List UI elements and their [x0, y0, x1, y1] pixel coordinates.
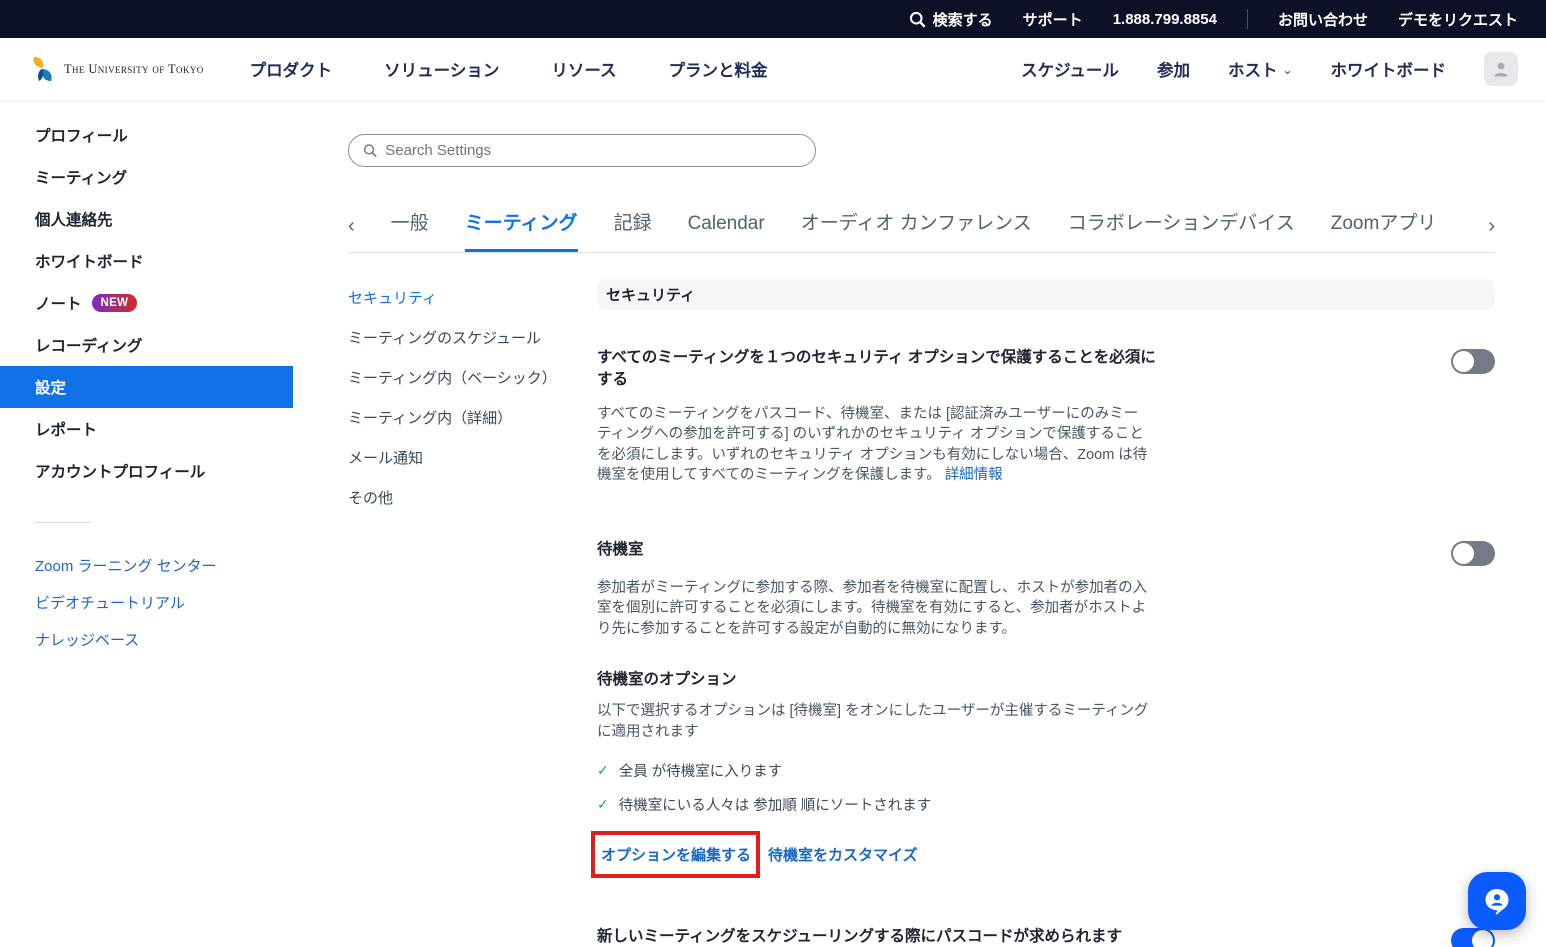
- waiting-room-options-description: 以下で選択するオプションは [待機室] をオンにしたユーザーが主催するミーティン…: [597, 701, 1155, 742]
- tab-meeting[interactable]: ミーティング: [465, 208, 578, 252]
- tab-collaboration-devices[interactable]: コラボレーションデバイス: [1068, 208, 1295, 252]
- tabs-scroll-left-icon[interactable]: ‹: [348, 215, 355, 252]
- topbar-support-link[interactable]: サポート: [1023, 9, 1083, 30]
- nav-item-schedule[interactable]: スケジュール: [1021, 57, 1119, 81]
- sidebar-item-contacts[interactable]: 個人連絡先: [0, 198, 293, 240]
- sidebar-item-profile[interactable]: プロフィール: [0, 114, 293, 156]
- sidebar-link-learning-center[interactable]: Zoom ラーニング センター: [0, 547, 293, 584]
- topbar-phone[interactable]: 1.888.799.8854: [1113, 11, 1217, 28]
- subnav-security[interactable]: セキュリティ: [348, 287, 597, 308]
- sidebar-item-whiteboard[interactable]: ホワイトボード: [0, 240, 293, 282]
- topbar-divider: [1247, 9, 1248, 29]
- university-logo[interactable]: The University of Tokyo: [30, 55, 204, 83]
- option-sort-order: ✓ 待機室にいる人々は 参加順 順にソートされます: [597, 794, 1495, 815]
- user-avatar[interactable]: [1484, 52, 1518, 86]
- check-icon: ✓: [597, 796, 609, 813]
- settings-tabs: ‹ 一般 ミーティング 記録 Calendar オーディオ カンファレンス コラ…: [348, 208, 1495, 253]
- setting-description-text: すべてのミーティングをパスコード、待機室、または [認証済みユーザーにのみミーテ…: [597, 406, 1147, 484]
- sidebar-item-account-profile[interactable]: アカウントプロフィール: [0, 450, 293, 492]
- search-icon: [909, 11, 926, 28]
- search-icon: [363, 143, 377, 158]
- support-chat-button[interactable]: [1468, 872, 1526, 930]
- nav-item-join[interactable]: 参加: [1157, 57, 1190, 81]
- tab-zoom-apps[interactable]: Zoomアプリ: [1331, 208, 1437, 252]
- highlight-red-box: オプションを編集する: [591, 831, 760, 878]
- learn-more-link[interactable]: 詳細情報: [945, 467, 1003, 483]
- sidebar-link-knowledge-base[interactable]: ナレッジベース: [0, 621, 293, 658]
- tabs-scroll-right-icon[interactable]: ›: [1488, 215, 1495, 252]
- nav-item-host[interactable]: ホスト ⌄: [1228, 57, 1293, 81]
- sidebar: プロフィール ミーティング 個人連絡先 ホワイトボード ノート NEW レコーデ…: [0, 100, 293, 947]
- subnav-schedule-meeting[interactable]: ミーティングのスケジュール: [348, 327, 597, 348]
- sidebar-item-notes-label: ノート: [35, 292, 82, 314]
- waiting-room-options-title: 待機室のオプション: [597, 667, 1495, 689]
- setting-require-security-option: すべてのミーティングを１つのセキュリティ オプションで保護することを必須にする …: [597, 347, 1495, 486]
- chevron-down-icon: ⌄: [1282, 63, 1292, 77]
- option-text: 全員 が待機室に入ります: [619, 760, 783, 781]
- setting-description: 参加者がミーティングに参加する際、参加者を待機室に配置し、ホストが参加者の入室を…: [597, 578, 1157, 640]
- topbar-contact-link[interactable]: お問い合わせ: [1278, 9, 1368, 30]
- top-utility-bar: 検索する サポート 1.888.799.8854 お問い合わせ デモをリクエスト: [0, 0, 1546, 38]
- nav-item-whiteboard[interactable]: ホワイトボード: [1331, 57, 1447, 81]
- nav-actions: スケジュール 参加 ホスト ⌄ ホワイトボード: [1021, 52, 1518, 86]
- sidebar-divider: [35, 522, 91, 523]
- subnav-in-meeting-basic[interactable]: ミーティング内（ベーシック）: [348, 367, 597, 388]
- section-header-security: セキュリティ: [597, 279, 1495, 310]
- setting-description: すべてのミーティングをパスコード、待機室、または [認証済みユーザーにのみミーテ…: [597, 404, 1149, 486]
- toggle-waiting-room[interactable]: [1451, 541, 1495, 566]
- topbar-demo-link[interactable]: デモをリクエスト: [1398, 9, 1518, 30]
- logo-text: The University of Tokyo: [64, 62, 204, 77]
- main-navbar: The University of Tokyo プロダクト ソリューション リソ…: [0, 38, 1546, 100]
- sidebar-item-reports[interactable]: レポート: [0, 408, 293, 450]
- nav-item-products[interactable]: プロダクト: [250, 57, 333, 81]
- subnav-email-notification[interactable]: メール通知: [348, 447, 597, 468]
- ginkgo-leaf-icon: [30, 55, 56, 83]
- sidebar-link-video-tutorials[interactable]: ビデオチュートリアル: [0, 584, 293, 621]
- search-input[interactable]: [385, 142, 801, 159]
- option-everyone-enters: ✓ 全員 が待機室に入ります: [597, 760, 1495, 781]
- nav-item-solutions[interactable]: ソリューション: [384, 57, 499, 81]
- tab-recording[interactable]: 記録: [614, 208, 652, 252]
- tab-audio-conferencing[interactable]: オーディオ カンファレンス: [801, 208, 1032, 252]
- sidebar-item-recordings[interactable]: レコーディング: [0, 324, 293, 366]
- setting-waiting-room: 待機室 参加者がミーティングに参加する際、参加者を待機室に配置し、ホストが参加者…: [597, 539, 1495, 879]
- topbar-search[interactable]: 検索する: [909, 9, 993, 30]
- new-badge: NEW: [92, 294, 138, 312]
- settings-panel: セキュリティ すべてのミーティングを１つのセキュリティ オプションで保護すること…: [597, 279, 1495, 947]
- nav-item-resources[interactable]: リソース: [551, 57, 616, 81]
- setting-title: 新しいミーティングをスケジューリングする際にパスコードが求められます: [597, 926, 1122, 947]
- sidebar-item-settings[interactable]: 設定: [0, 366, 293, 408]
- nav-item-host-label: ホスト: [1228, 57, 1278, 81]
- setting-title: 待機室: [597, 539, 644, 561]
- chat-person-icon: [1481, 885, 1513, 917]
- check-icon: ✓: [597, 762, 609, 779]
- toggle-require-security-option[interactable]: [1451, 349, 1495, 374]
- setting-title: すべてのミーティングを１つのセキュリティ オプションで保護することを必須にする: [597, 347, 1157, 392]
- nav-item-plans[interactable]: プランと料金: [669, 57, 768, 81]
- customize-waiting-room-link[interactable]: 待機室をカスタマイズ: [768, 844, 918, 865]
- nav-menu: プロダクト ソリューション リソース プランと料金: [250, 57, 768, 81]
- sidebar-item-meetings[interactable]: ミーティング: [0, 156, 293, 198]
- person-icon: [1491, 59, 1511, 79]
- sidebar-item-notes[interactable]: ノート NEW: [0, 282, 293, 324]
- settings-subnav: セキュリティ ミーティングのスケジュール ミーティング内（ベーシック） ミーティ…: [348, 279, 597, 947]
- waiting-room-links: オプションを編集する 待機室をカスタマイズ: [597, 831, 1495, 878]
- toggle-passcode-required[interactable]: [1451, 928, 1495, 947]
- topbar-search-label: 検索する: [933, 9, 993, 30]
- option-text: 待機室にいる人々は 参加順 順にソートされます: [619, 794, 932, 815]
- setting-passcode-required: 新しいミーティングをスケジューリングする際にパスコードが求められます ミーティン…: [597, 926, 1495, 947]
- main-content: ‹ 一般 ミーティング 記録 Calendar オーディオ カンファレンス コラ…: [293, 100, 1546, 947]
- subnav-in-meeting-advanced[interactable]: ミーティング内（詳細）: [348, 407, 597, 428]
- settings-search[interactable]: [348, 134, 816, 167]
- tab-general[interactable]: 一般: [391, 208, 429, 252]
- tab-calendar[interactable]: Calendar: [688, 213, 765, 252]
- edit-options-link[interactable]: オプションを編集する: [601, 847, 751, 864]
- waiting-room-options-list: ✓ 全員 が待機室に入ります ✓ 待機室にいる人々は 参加順 順にソートされます: [597, 760, 1495, 815]
- subnav-other[interactable]: その他: [348, 487, 597, 508]
